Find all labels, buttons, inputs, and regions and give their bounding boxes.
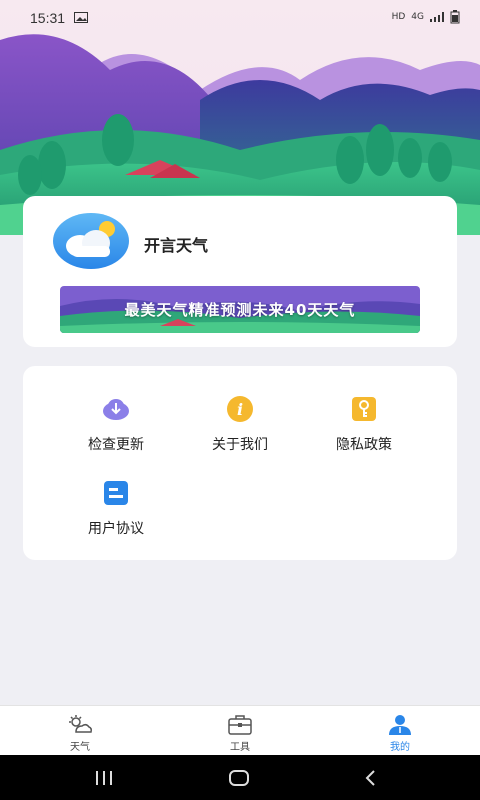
document-icon bbox=[104, 481, 128, 505]
status-right-group: HD 4G bbox=[392, 10, 460, 24]
back-icon[interactable] bbox=[364, 769, 378, 787]
cloud-download-icon bbox=[103, 399, 129, 420]
signal-label: 4G bbox=[411, 12, 424, 22]
tab-mine[interactable]: 我的 bbox=[360, 714, 440, 753]
app-logo-icon bbox=[53, 213, 129, 269]
tab-mine-label: 我的 bbox=[390, 742, 410, 753]
system-navigation-bar bbox=[0, 755, 480, 800]
status-time: 15:31 bbox=[30, 10, 66, 26]
svg-text:i: i bbox=[237, 400, 243, 419]
menu-card: 检查更新 i 关于我们 隐私政策 用户协议 bbox=[23, 366, 457, 560]
privacy-policy-item[interactable]: 隐私政策 bbox=[299, 394, 429, 454]
info-icon: i bbox=[227, 396, 253, 422]
user-icon bbox=[389, 715, 411, 735]
battery-icon bbox=[450, 10, 460, 24]
status-bar: 15:31 HD 4G bbox=[0, 0, 480, 36]
bottom-tab-bar: 天气 工具 我的 bbox=[0, 705, 480, 756]
image-notification-icon bbox=[74, 12, 88, 23]
key-icon bbox=[352, 397, 376, 421]
tab-weather-label: 天气 bbox=[70, 742, 90, 753]
tab-tools[interactable]: 工具 bbox=[200, 714, 280, 753]
about-us-label: 关于我们 bbox=[212, 437, 268, 453]
tab-weather[interactable]: 天气 bbox=[40, 714, 120, 753]
banner-text: 最美天气精准预测未来40天天气 bbox=[124, 301, 356, 319]
recent-apps-icon[interactable] bbox=[94, 770, 114, 786]
tab-tools-label: 工具 bbox=[230, 742, 250, 753]
about-us-item[interactable]: i 关于我们 bbox=[175, 394, 305, 454]
toolbox-icon bbox=[228, 715, 252, 735]
user-agreement-item[interactable]: 用户协议 bbox=[51, 478, 181, 538]
profile-card: 开言天气 最美天气精准预测未来40天天气 bbox=[23, 196, 457, 347]
check-update-item[interactable]: 检查更新 bbox=[51, 394, 181, 454]
signal-icon bbox=[430, 12, 444, 22]
user-agreement-label: 用户协议 bbox=[88, 521, 144, 537]
privacy-policy-label: 隐私政策 bbox=[336, 437, 392, 453]
app-name: 开言天气 bbox=[144, 236, 209, 255]
check-update-label: 检查更新 bbox=[88, 437, 144, 453]
weather-icon bbox=[69, 715, 92, 733]
home-icon[interactable] bbox=[228, 769, 250, 787]
promo-banner[interactable]: 最美天气精准预测未来40天天气 bbox=[60, 286, 420, 333]
network-label: HD bbox=[391, 12, 406, 22]
